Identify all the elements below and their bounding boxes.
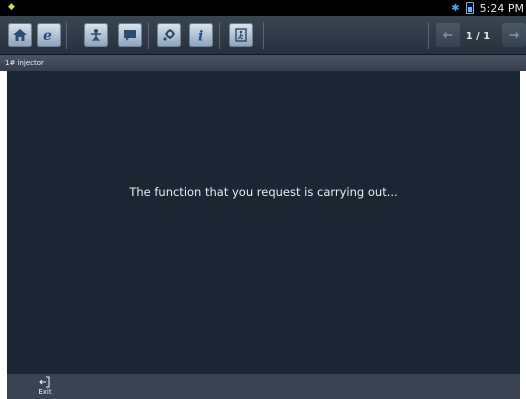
settings-button[interactable] [157,23,181,47]
page-indicator: 1 / 1 [465,31,491,42]
toolbar-divider [263,22,264,49]
system-status-bar: ◆ ✱ 5:24 PM [0,0,526,16]
status-right: ✱ 5:24 PM [451,0,524,16]
message-button[interactable] [118,23,142,47]
message-icon [124,30,136,41]
arrow-left-icon [442,31,453,39]
content-area: The function that you request is carryin… [7,71,520,374]
toolbar-divider [428,22,429,49]
next-page-button[interactable] [502,23,526,47]
bottom-bar: Exit [7,374,520,399]
bluetooth-icon: ✱ [451,2,460,14]
progress-message: The function that you request is carryin… [129,185,398,199]
home-icon [13,29,27,41]
browser-icon: e [43,28,52,43]
exit-label: Exit [38,388,52,396]
diagnose-icon [91,29,101,42]
exit-button[interactable]: Exit [34,376,56,399]
exit-app-icon [235,28,247,42]
info-button[interactable]: i [189,23,213,47]
svg-text:e: e [43,28,52,43]
exit-icon [39,376,50,388]
exit-app-button[interactable] [229,23,253,47]
toolbar-divider [148,22,149,49]
svg-text:i: i [198,29,203,44]
browser-button[interactable]: e [37,23,61,47]
settings-icon [163,29,175,41]
toolbar-divider [66,22,67,49]
arrow-right-icon [509,31,520,39]
battery-icon [465,2,474,14]
toolbar-divider [219,22,220,49]
notification-icon: ◆ [8,2,15,12]
toolbar: e i 1 / 1 [0,16,526,55]
clock: 5:24 PM [479,1,524,15]
breadcrumb: 1# injector [0,55,526,71]
info-icon: i [198,29,203,44]
diagnose-button[interactable] [84,23,108,47]
previous-page-button[interactable] [436,23,460,47]
home-button[interactable] [8,23,32,47]
